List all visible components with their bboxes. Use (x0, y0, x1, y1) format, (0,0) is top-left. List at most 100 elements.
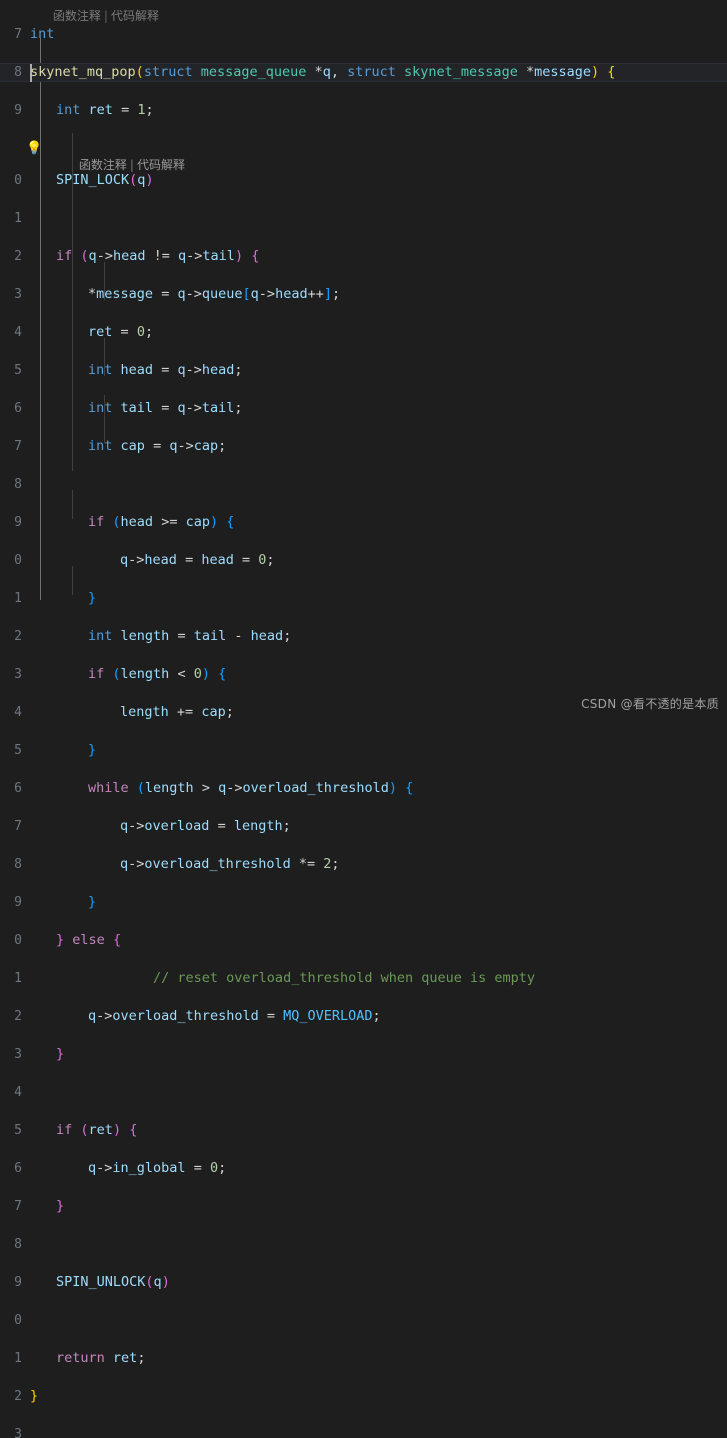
code-line[interactable]: 1 } (0, 589, 727, 608)
codelens-link-explain-top[interactable]: 代码解释 (111, 9, 159, 23)
code-line[interactable]: 9 } (0, 893, 727, 912)
line-content[interactable]: } (30, 1387, 727, 1406)
codelens-row[interactable]: 函数注释 | 代码解释 (0, 137, 727, 172)
line-number: 9 (14, 103, 22, 118)
code-line[interactable]: 0 } else { (0, 931, 727, 950)
line-content[interactable]: int cap = q->cap; (88, 437, 727, 456)
line-number: 1 (14, 591, 22, 606)
line-number: 0 (14, 933, 22, 948)
line-number: 4 (14, 705, 22, 720)
code-line-signature[interactable]: 8 skynet_mq_pop(struct message_queue *q,… (0, 63, 727, 82)
code-line[interactable]: 5 int head = q->head; (0, 361, 727, 380)
code-line[interactable]: 3 (0, 1425, 727, 1438)
line-content[interactable]: int (30, 25, 727, 44)
code-editor[interactable]: 函数注释 | 代码解释 7 int 8 skynet_mq_pop(struct m… (0, 0, 727, 1438)
code-line[interactable]: 2 } (0, 1387, 727, 1406)
line-content[interactable]: *message = q->queue[q->head++]; (88, 285, 727, 304)
code-line[interactable]: 8 (0, 475, 727, 494)
line-content[interactable]: while (length > q->overload_threshold) { (88, 779, 727, 798)
code-line[interactable]: 5 if (ret) { (0, 1121, 727, 1140)
code-line[interactable]: 2 if (q->head != q->tail) { (0, 247, 727, 266)
line-content[interactable]: if (length < 0) { (88, 665, 727, 684)
line-content[interactable]: SPIN_LOCK(q) (56, 171, 727, 190)
code-line[interactable]: 5 } (0, 741, 727, 760)
code-line[interactable]: 0 (0, 1311, 727, 1330)
line-number: 2 (14, 249, 22, 264)
codelens-link-annotate[interactable]: 函数注释 (79, 158, 127, 172)
line-number: 3 (14, 667, 22, 682)
line-content[interactable]: return ret; (56, 1349, 727, 1368)
codelens-row-top[interactable]: 函数注释 | 代码解释 (0, 0, 727, 23)
line-content[interactable]: q->overload_threshold = MQ_OVERLOAD; (88, 1007, 727, 1026)
line-content[interactable]: if (head >= cap) { (88, 513, 727, 532)
code-line[interactable]: 1 // reset overload_threshold when queue… (0, 969, 727, 988)
line-number: 9 (14, 1275, 22, 1290)
line-number: 1 (14, 211, 22, 226)
line-number: 6 (14, 401, 22, 416)
line-content[interactable]: int tail = q->tail; (88, 399, 727, 418)
line-number: 7 (14, 819, 22, 834)
code-line[interactable]: 2 int length = tail - head; (0, 627, 727, 646)
line-content[interactable]: q->overload = length; (120, 817, 727, 836)
line-number: 0 (14, 173, 22, 188)
code-line[interactable]: 6 while (length > q->overload_threshold)… (0, 779, 727, 798)
code-line[interactable]: 4 ret = 0; (0, 323, 727, 342)
line-number: 8 (14, 65, 22, 80)
line-content[interactable]: } (88, 741, 727, 760)
watermark: CSDN @看不透的是本质 (581, 697, 719, 711)
line-number: 3 (14, 287, 22, 302)
code-line[interactable]: 9 💡 int ret = 1; (0, 101, 727, 156)
code-line[interactable]: 6 int tail = q->tail; (0, 399, 727, 418)
code-line[interactable]: 2 q->overload_threshold = MQ_OVERLOAD; (0, 1007, 727, 1026)
line-content[interactable]: skynet_mq_pop(struct message_queue *q, s… (30, 63, 727, 82)
code-line[interactable]: 1 (0, 209, 727, 228)
line-content[interactable]: q->head = head = 0; (120, 551, 727, 570)
line-number: 3 (14, 1047, 22, 1062)
line-content-comment[interactable]: // reset overload_threshold when queue i… (88, 969, 727, 988)
code-line[interactable]: 9 if (head >= cap) { (0, 513, 727, 532)
line-number: 8 (14, 857, 22, 872)
codelens-link-explain[interactable]: 代码解释 (137, 158, 185, 172)
code-line[interactable]: 6 q->in_global = 0; (0, 1159, 727, 1178)
code-line[interactable]: 7 q->overload = length; (0, 817, 727, 836)
line-number: 6 (14, 781, 22, 796)
line-content[interactable]: } (88, 589, 727, 608)
line-number: 8 (14, 477, 22, 492)
line-number: 4 (14, 1085, 22, 1100)
code-line[interactable]: 3 } (0, 1045, 727, 1064)
line-number: 1 (14, 1351, 22, 1366)
code-line[interactable]: 3 *message = q->queue[q->head++]; (0, 285, 727, 304)
line-content[interactable]: q->overload_threshold *= 2; (120, 855, 727, 874)
line-content[interactable]: if (ret) { (56, 1121, 727, 1140)
code-line[interactable]: 7 int (0, 25, 727, 44)
line-content[interactable]: int head = q->head; (88, 361, 727, 380)
line-content[interactable]: q->in_global = 0; (88, 1159, 727, 1178)
line-number: 2 (14, 1389, 22, 1404)
line-number: 0 (14, 553, 22, 568)
code-line[interactable]: 4 (0, 1083, 727, 1102)
line-content[interactable]: ret = 0; (88, 323, 727, 342)
codelens-link-annotate-top[interactable]: 函数注释 (53, 9, 101, 23)
line-content[interactable]: } (88, 893, 727, 912)
line-content[interactable]: int length = tail - head; (88, 627, 727, 646)
line-content[interactable]: if (q->head != q->tail) { (56, 247, 727, 266)
line-number: 7 (14, 439, 22, 454)
line-content[interactable]: } (56, 1045, 727, 1064)
code-line[interactable]: 0 q->head = head = 0; (0, 551, 727, 570)
line-content[interactable]: } else { (56, 931, 727, 950)
line-number: 2 (14, 1009, 22, 1024)
code-line[interactable]: 7 int cap = q->cap; (0, 437, 727, 456)
code-line[interactable]: 8 q->overload_threshold *= 2; (0, 855, 727, 874)
line-content[interactable]: SPIN_UNLOCK(q) (56, 1273, 727, 1292)
code-line[interactable]: 0 SPIN_LOCK(q) (0, 171, 727, 190)
code-line[interactable]: 9 SPIN_UNLOCK(q) (0, 1273, 727, 1292)
line-number: 1 (14, 971, 22, 986)
line-content[interactable]: } (56, 1197, 727, 1216)
code-line[interactable]: 8 (0, 1235, 727, 1254)
codelens-separator-top: | (103, 9, 108, 23)
code-line[interactable]: 1 return ret; (0, 1349, 727, 1368)
line-content[interactable]: int ret = 1; (56, 101, 727, 120)
code-line[interactable]: 7 } (0, 1197, 727, 1216)
code-line[interactable]: 3 if (length < 0) { (0, 665, 727, 684)
line-number: 4 (14, 325, 22, 340)
